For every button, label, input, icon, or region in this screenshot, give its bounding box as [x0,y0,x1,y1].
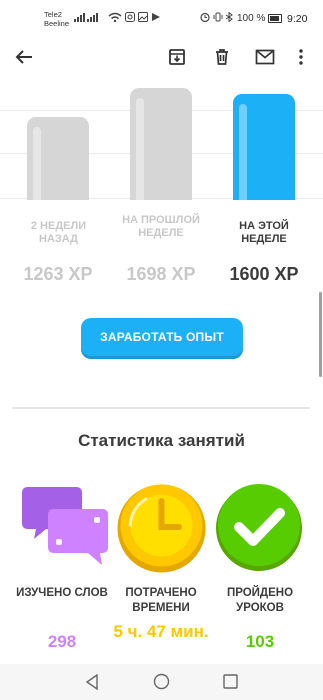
xp-value-last-week: 1698 XP [126,264,196,284]
xp-value-this-week: 1600 XP [229,264,299,284]
stat-label-lessons: ПРОЙДЕНО УРОКОВ [226,587,294,614]
chat-bubbles-icon [22,487,108,565]
xp-value-two-weeks-ago: 1263 XP [23,264,93,284]
app-notification-icon [125,12,135,22]
bar-label-two-weeks-ago: 2 НЕДЕЛИ НАЗАД [30,220,87,245]
battery-icon [268,14,282,23]
carrier-1: Tele2 [44,10,62,19]
play-notification-icon [152,13,160,21]
stat-label-words: ИЗУЧЕНО СЛОВ [16,587,108,599]
bar-label-last-week: НА ПРОШЛОЙ НЕДЕЛЕ [122,214,200,239]
delete-icon[interactable] [211,46,233,68]
email-toolbar [0,38,323,82]
wifi-icon [108,12,122,22]
signal-icon [74,13,98,22]
more-vert-icon[interactable] [294,46,308,68]
carrier-2: Beeline [44,19,70,28]
xp-bar-this-week [233,94,295,200]
scrollbar[interactable] [319,292,322,377]
checkmark-icon [216,484,302,571]
bar-label-this-week: НА ЭТОЙ НЕДЕЛЕ [239,220,289,245]
mail-icon[interactable] [254,46,276,68]
bluetooth-icon [225,12,233,22]
nav-recents-icon[interactable] [223,674,238,689]
stat-value-words: 298 [47,632,77,651]
vibrate-icon [213,12,223,22]
earn-xp-button[interactable]: ЗАРАБОТАТЬ ОПЫТ [81,318,243,356]
alarm-icon [200,12,210,22]
battery-percent: 100 % [237,13,266,24]
stat-label-time: ПОТРАЧЕНО ВРЕМЕНИ [125,587,197,614]
status-bar: Tele2 Beeline 100 % 9:20 [0,0,323,38]
clock-icon [117,484,206,573]
nav-back-icon[interactable] [85,674,99,690]
stat-value-lessons: 103 [245,632,275,651]
nav-home-icon[interactable] [153,673,170,690]
image-notification-icon [138,12,148,22]
back-arrow-icon[interactable] [13,46,35,68]
stats-title: Статистика занятий [78,431,245,450]
stat-value-time: 5 ч. 47 мин. [113,622,209,641]
system-nav-bar [0,664,323,700]
section-divider [12,407,310,409]
carrier-names: Tele2 Beeline [44,10,69,28]
clock-time: 9:20 [287,13,308,25]
archive-icon[interactable] [166,46,188,68]
xp-bar-last-week [130,88,192,200]
xp-bar-two-weeks-ago [27,117,89,200]
